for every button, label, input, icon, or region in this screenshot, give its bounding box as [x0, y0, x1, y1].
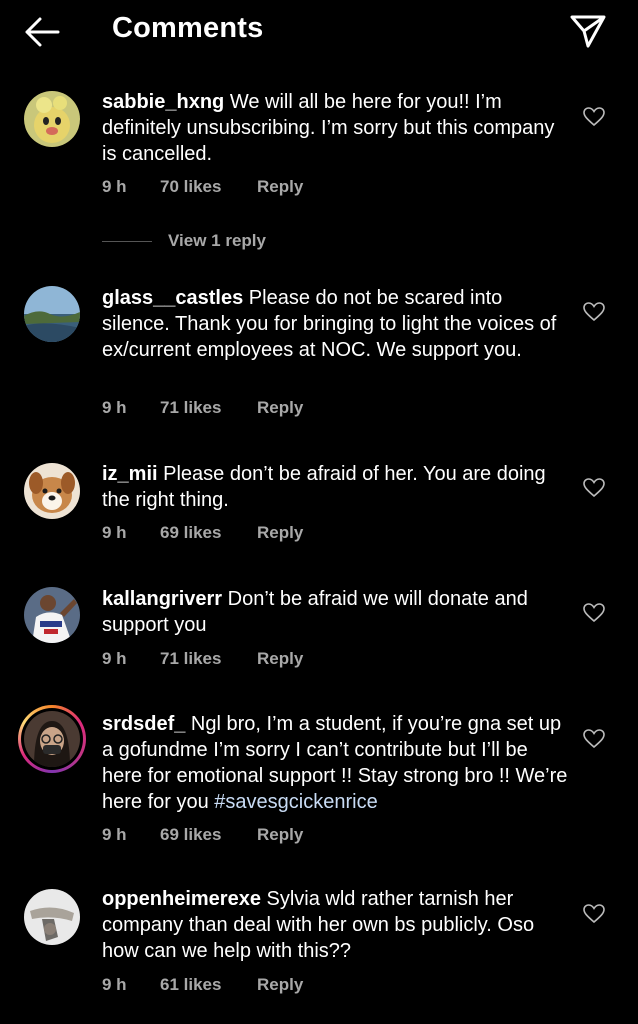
comment-username[interactable]: iz_mii [102, 463, 158, 485]
comment-time: 9 h [102, 649, 127, 668]
heart-icon[interactable] [583, 478, 605, 498]
comment-meta: 9 h 71 likes Reply [102, 649, 303, 669]
view-replies-label: View 1 reply [168, 231, 266, 250]
comment-meta: 9 h 70 likes Reply [102, 177, 303, 197]
heart-icon[interactable] [583, 904, 605, 924]
view-replies-button[interactable]: View 1 reply [102, 231, 266, 251]
hashtag-link[interactable]: #savesgcickenrice [214, 791, 377, 813]
avatar[interactable] [24, 286, 80, 342]
comment-time: 9 h [102, 523, 127, 542]
comment-likes[interactable]: 71 likes [160, 398, 257, 418]
header-bar: Comments [0, 0, 638, 66]
comment-body: Please don’t be afraid of her. You are d… [102, 463, 546, 511]
comment-text: iz_mii Please don’t be afraid of her. Yo… [102, 461, 572, 513]
comment-likes[interactable]: 61 likes [160, 975, 257, 995]
comment-text: oppenheimerexe Sylvia wld rather tarnish… [102, 886, 572, 964]
comment-meta: 9 h 69 likes Reply [102, 825, 303, 845]
comment-meta: 9 h 69 likes Reply [102, 523, 303, 543]
comment-time: 9 h [102, 825, 127, 844]
reply-button[interactable]: Reply [257, 649, 303, 669]
heart-icon[interactable] [583, 603, 605, 623]
heart-icon[interactable] [583, 729, 605, 749]
avatar[interactable] [24, 889, 80, 945]
comment-username[interactable]: kallangriverr [102, 588, 222, 610]
avatar[interactable] [24, 463, 80, 519]
comment-likes[interactable]: 69 likes [160, 523, 257, 543]
paper-plane-icon[interactable] [568, 12, 608, 50]
comment-text: kallangriverr Don’t be afraid we will do… [102, 586, 572, 638]
comment-likes[interactable]: 69 likes [160, 825, 257, 845]
comment-time: 9 h [102, 398, 127, 417]
comment-username[interactable]: srdsdef_ [102, 713, 185, 735]
comment-username[interactable]: sabbie_hxng [102, 91, 224, 113]
reply-button[interactable]: Reply [257, 398, 303, 418]
avatar[interactable] [24, 91, 80, 147]
reply-button[interactable]: Reply [257, 825, 303, 845]
comment-username[interactable]: oppenheimerexe [102, 888, 261, 910]
heart-icon[interactable] [583, 302, 605, 322]
comment-text: srdsdef_ Ngl bro, I’m a student, if you’… [102, 711, 572, 815]
comment-time: 9 h [102, 177, 127, 196]
comment-text: glass__castles Please do not be scared i… [102, 285, 572, 363]
reply-button[interactable]: Reply [257, 523, 303, 543]
avatar [24, 711, 80, 767]
heart-icon[interactable] [583, 107, 605, 127]
comment-username[interactable]: glass__castles [102, 287, 243, 309]
comment-meta: 9 h 71 likes Reply [102, 398, 303, 418]
divider [102, 240, 152, 242]
arrow-left-icon[interactable] [22, 14, 62, 50]
comment-text: sabbie_hxng We will all be here for you!… [102, 89, 572, 167]
comment-likes[interactable]: 71 likes [160, 649, 257, 669]
comment-time: 9 h [102, 975, 127, 994]
comment-likes[interactable]: 70 likes [160, 177, 257, 197]
avatar[interactable] [24, 587, 80, 643]
story-ring[interactable] [18, 705, 86, 773]
comment-meta: 9 h 61 likes Reply [102, 975, 303, 995]
page-title: Comments [112, 12, 264, 44]
reply-button[interactable]: Reply [257, 177, 303, 197]
reply-button[interactable]: Reply [257, 975, 303, 995]
